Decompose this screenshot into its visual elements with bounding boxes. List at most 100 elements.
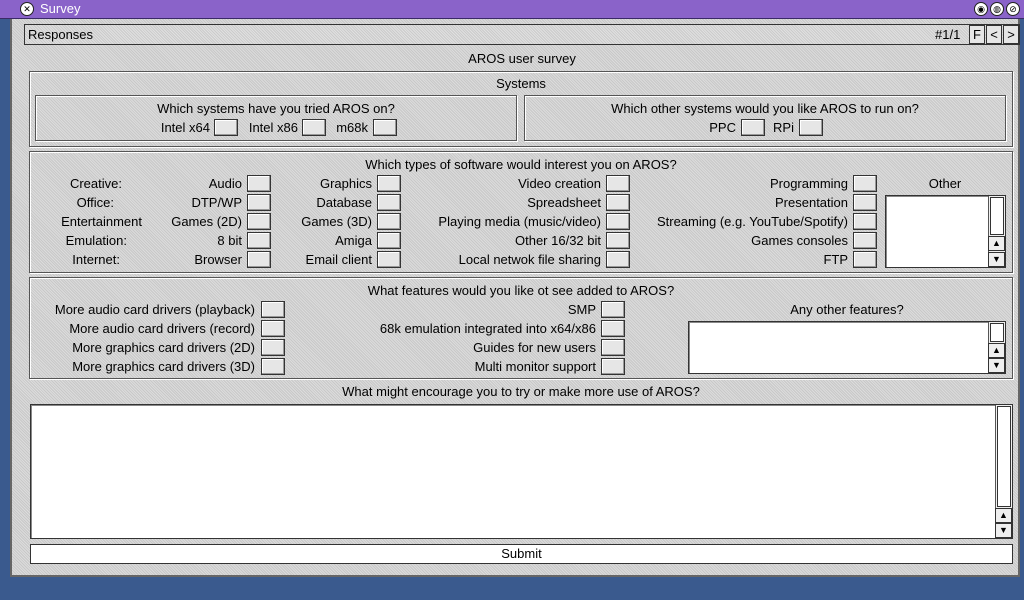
feature-label: 68k emulation integrated into x64/x86 — [379, 321, 596, 336]
option-label: Audio — [208, 176, 242, 191]
option-label: Other 16/32 bit — [515, 233, 601, 248]
scrollbar[interactable]: ▲ ▼ — [988, 196, 1005, 267]
header-bar: Responses #1/1 F < > — [24, 24, 1020, 45]
option-label: Database — [316, 195, 372, 210]
option-label: Email client — [305, 252, 372, 267]
submit-button[interactable]: Submit — [30, 544, 1013, 564]
scrollbar-knob[interactable] — [990, 323, 1004, 342]
feature-label: More graphics card drivers (3D) — [72, 359, 255, 374]
category-label: Internet: — [72, 252, 120, 267]
checkbox-m68k[interactable] — [373, 119, 397, 136]
category-label: Emulation: — [65, 233, 127, 248]
up-arrow-icon[interactable]: ▲ — [988, 343, 1005, 358]
checkbox-smp[interactable] — [601, 301, 625, 318]
header-title: Responses — [28, 27, 94, 42]
checkbox-games-3d[interactable] — [377, 213, 401, 230]
features-other-textarea[interactable]: ▲ ▼ — [688, 321, 1006, 374]
zoom-icon[interactable]: ◍ — [990, 2, 1004, 16]
prev-button[interactable]: < — [986, 25, 1002, 44]
option-label: Streaming (e.g. YouTube/Spotify) — [656, 214, 848, 229]
encourage-question: What might encourage you to try or make … — [342, 384, 700, 399]
option-label: Games consoles — [751, 233, 848, 248]
checkbox-games-consoles[interactable] — [853, 232, 877, 249]
next-button[interactable]: > — [1003, 25, 1019, 44]
option-label: Amiga — [335, 233, 372, 248]
scrollbar-knob[interactable] — [997, 406, 1011, 507]
survey-title: AROS user survey — [468, 51, 576, 66]
systems-wanted-question: Which other systems would you like AROS … — [611, 101, 919, 116]
option-label: Browser — [194, 252, 242, 267]
option-label: Games (2D) — [171, 214, 242, 229]
option-label: FTP — [823, 252, 848, 267]
checkbox-games-2d[interactable] — [247, 213, 271, 230]
window-title: Survey — [40, 1, 81, 16]
checkbox-email-client[interactable] — [377, 251, 401, 268]
checkbox-graphics[interactable] — [377, 175, 401, 192]
software-other-label: Other — [928, 176, 962, 191]
checkbox-graphics-2d[interactable] — [261, 339, 285, 356]
checkbox-8-bit[interactable] — [247, 232, 271, 249]
checkbox-68k-emulation[interactable] — [601, 320, 625, 337]
checkbox-video-creation[interactable] — [606, 175, 630, 192]
window-titlebar[interactable]: ✕ Survey ◉ ◍ ⊘ — [0, 0, 1024, 19]
scrollbar[interactable]: ▲ ▼ — [988, 322, 1005, 373]
depth-icon[interactable]: ◉ — [974, 2, 988, 16]
software-question: Which types of software would interest y… — [365, 157, 677, 172]
checkbox-spreadsheet[interactable] — [606, 194, 630, 211]
checkbox-amiga[interactable] — [377, 232, 401, 249]
feature-label: SMP — [567, 302, 596, 317]
category-label: Office: — [76, 195, 114, 210]
feature-label: More audio card drivers (playback) — [54, 302, 255, 317]
option-label: Local netwok file sharing — [458, 252, 601, 267]
checkbox-multi-monitor[interactable] — [601, 358, 625, 375]
option-label: Presentation — [775, 195, 848, 210]
filter-button[interactable]: F — [969, 25, 985, 44]
checkbox-audio[interactable] — [247, 175, 271, 192]
feature-label: More graphics card drivers (2D) — [72, 340, 255, 355]
checkbox-database[interactable] — [377, 194, 401, 211]
feature-label: More audio card drivers (record) — [69, 321, 255, 336]
checkbox-playing-media[interactable] — [606, 213, 630, 230]
checkbox-dtp-wp[interactable] — [247, 194, 271, 211]
category-label: Entertainment — [61, 214, 142, 229]
checkbox-guides[interactable] — [601, 339, 625, 356]
down-arrow-icon[interactable]: ▼ — [988, 252, 1005, 267]
encourage-textarea[interactable]: ▲ ▼ — [30, 404, 1013, 539]
down-arrow-icon[interactable]: ▼ — [995, 523, 1012, 538]
up-arrow-icon[interactable]: ▲ — [995, 508, 1012, 523]
feature-label: Multi monitor support — [474, 359, 596, 374]
page-indicator: #1/1 — [935, 27, 961, 42]
scrollbar[interactable]: ▲ ▼ — [995, 405, 1012, 538]
option-label: Video creation — [518, 176, 601, 191]
option-label: Intel x64 — [160, 120, 210, 135]
scrollbar-knob[interactable] — [990, 197, 1004, 235]
systems-tried-question: Which systems have you tried AROS on? — [157, 101, 395, 116]
checkbox-graphics-3d[interactable] — [261, 358, 285, 375]
features-other-label: Any other features? — [790, 302, 904, 317]
option-label: RPi — [773, 120, 794, 135]
checkbox-programming[interactable] — [853, 175, 877, 192]
option-label: Programming — [769, 176, 848, 191]
option-label: m68k — [336, 120, 368, 135]
iconify-icon[interactable]: ⊘ — [1006, 2, 1020, 16]
checkbox-audio-playback[interactable] — [261, 301, 285, 318]
option-label: 8 bit — [217, 233, 242, 248]
checkbox-other-16-32-bit[interactable] — [606, 232, 630, 249]
checkbox-browser[interactable] — [247, 251, 271, 268]
features-question: What features would you like ot see adde… — [367, 283, 675, 298]
option-label: Playing media (music/video) — [438, 214, 601, 229]
checkbox-streaming[interactable] — [853, 213, 877, 230]
close-icon[interactable]: ✕ — [20, 2, 34, 16]
checkbox-presentation[interactable] — [853, 194, 877, 211]
checkbox-audio-record[interactable] — [261, 320, 285, 337]
software-other-textarea[interactable]: ▲ ▼ — [885, 195, 1006, 268]
option-label: Graphics — [319, 176, 372, 191]
checkbox-rpi[interactable] — [799, 119, 823, 136]
up-arrow-icon[interactable]: ▲ — [988, 236, 1005, 251]
systems-title: Systems — [496, 76, 546, 91]
checkbox-local-network-file-sharing[interactable] — [606, 251, 630, 268]
checkbox-ftp[interactable] — [853, 251, 877, 268]
option-label: Intel x86 — [248, 120, 298, 135]
option-label: Games (3D) — [301, 214, 372, 229]
down-arrow-icon[interactable]: ▼ — [988, 358, 1005, 373]
